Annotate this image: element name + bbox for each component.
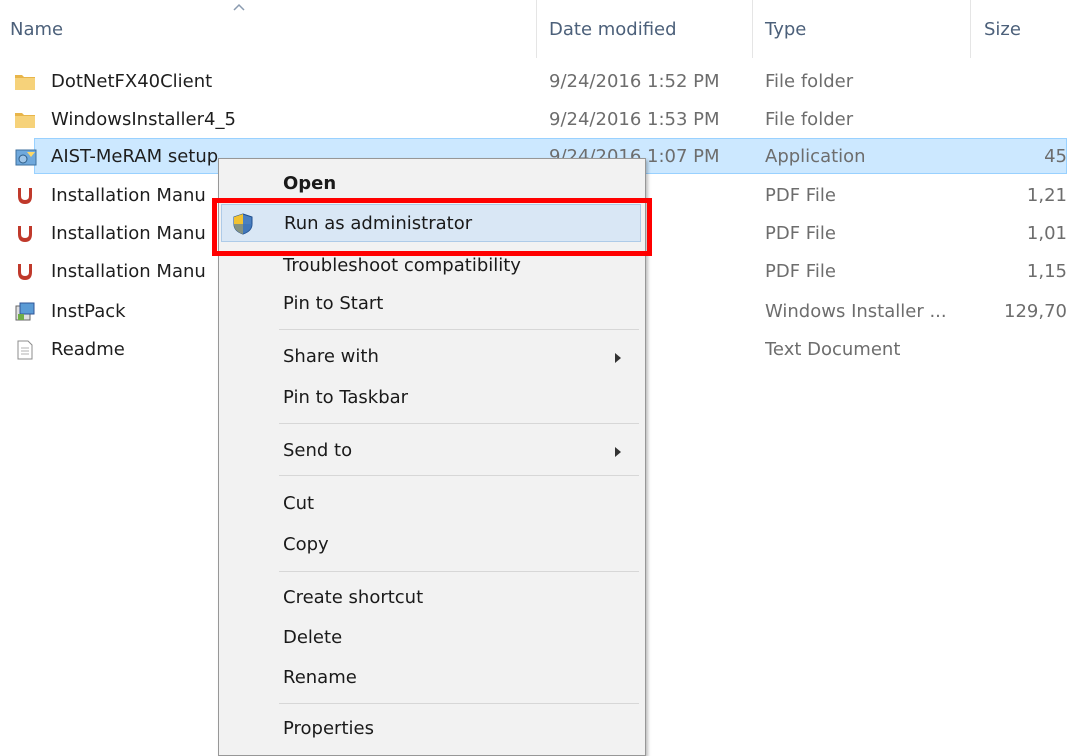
menu-item-label: Share with [283,346,379,367]
highlight-annotation-box [212,198,652,256]
column-divider[interactable] [970,0,971,58]
column-divider[interactable] [536,0,537,58]
file-row[interactable]: DotNetFX40Client 9/24/2016 1:52 PM File … [0,64,1067,100]
file-type: PDF File [765,185,836,206]
file-type: Application [765,146,866,167]
menu-item-cut[interactable]: Cut [221,485,641,523]
setup-app-icon [15,149,37,166]
column-header-size[interactable]: Size [984,16,1021,44]
file-type: Text Document [765,339,901,360]
pdf-icon [18,188,32,204]
file-size: 1,15 [1026,261,1067,282]
menu-item-label: Delete [283,627,343,648]
file-type: PDF File [765,223,836,244]
file-type: File folder [765,109,854,130]
menu-separator [279,475,639,476]
column-header-date-modified[interactable]: Date modified [549,16,677,44]
menu-item-properties[interactable]: Properties [221,710,641,748]
menu-item-delete[interactable]: Delete [221,619,641,657]
file-row[interactable]: WindowsInstaller4_5 9/24/2016 1:53 PM Fi… [0,102,1067,138]
menu-separator [279,329,639,330]
menu-item-label: Copy [283,534,329,555]
folder-icon [15,113,35,128]
file-size [975,332,1067,368]
file-name: WindowsInstaller4_5 [51,109,236,130]
menu-item-pin-to-taskbar[interactable]: Pin to Taskbar [221,379,641,417]
file-size: 1,21 [1026,185,1067,206]
folder-icon [15,75,35,90]
file-type: File folder [765,71,854,92]
column-divider[interactable] [752,0,753,58]
file-type: PDF File [765,261,836,282]
menu-item-send-to[interactable]: Send to [221,432,641,470]
file-size [975,102,1067,138]
file-type: Windows Installer ... [765,301,947,322]
menu-separator [279,423,639,424]
menu-item-label: Pin to Start [283,293,384,314]
file-date: 9/24/2016 1:52 PM [549,71,720,92]
menu-item-rename[interactable]: Rename [221,659,641,697]
menu-item-label: Create shortcut [283,587,424,608]
menu-item-share-with[interactable]: Share with [221,338,641,376]
pdf-icon [18,226,32,242]
menu-separator [279,571,639,572]
menu-item-label: Send to [283,440,353,461]
submenu-arrow-icon [615,353,621,363]
menu-item-copy[interactable]: Copy [221,526,641,564]
column-header-name[interactable]: Name [10,16,63,44]
menu-item-pin-to-start[interactable]: Pin to Start [221,285,641,323]
menu-item-create-shortcut[interactable]: Create shortcut [221,579,641,617]
sort-ascending-icon [233,3,245,11]
menu-item-label: Rename [283,667,357,688]
file-date: 9/24/2016 1:53 PM [549,109,720,130]
column-header-bar: Name Date modified Type Size [0,0,1067,58]
menu-separator [279,703,639,704]
text-document-icon [17,340,33,360]
file-size [975,64,1067,100]
installer-package-icon [15,302,35,321]
file-explorer-view: Name Date modified Type Size DotNetFX40C… [0,0,1067,756]
file-size: 1,01 [1026,223,1067,244]
submenu-arrow-icon [615,447,621,457]
file-size: 129,70 [1004,301,1067,322]
column-header-type[interactable]: Type [765,16,806,44]
menu-item-label: Cut [283,493,315,514]
menu-item-label: Pin to Taskbar [283,387,409,408]
file-name: DotNetFX40Client [51,71,213,92]
menu-item-label: Properties [283,718,374,739]
file-size: 45 [1044,146,1067,167]
pdf-icon [18,264,32,280]
